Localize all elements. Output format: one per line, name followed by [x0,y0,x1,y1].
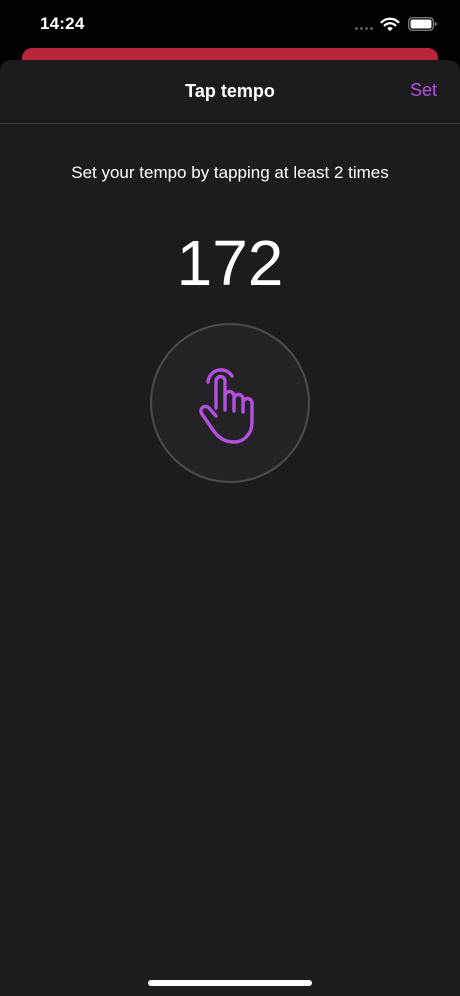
instruction-text: Set your tempo by tapping at least 2 tim… [71,163,389,182]
tap-hand-icon [199,368,254,444]
sheet-header: Tap tempo Set [0,60,460,124]
sheet-title: Tap tempo [185,81,275,101]
wifi-icon [380,17,400,32]
battery-icon [408,17,437,31]
tap-button[interactable] [150,323,310,483]
set-button[interactable]: Set [410,80,437,101]
cellular-signal-icon [355,27,375,31]
bpm-value: 172 [176,227,284,299]
status-time: 14:24 [40,14,85,33]
home-indicator[interactable] [148,980,312,986]
status-bar: 14:24 [0,0,460,50]
tap-tempo-sheet: Tap tempo Set Set your tempo by tapping … [0,60,460,996]
